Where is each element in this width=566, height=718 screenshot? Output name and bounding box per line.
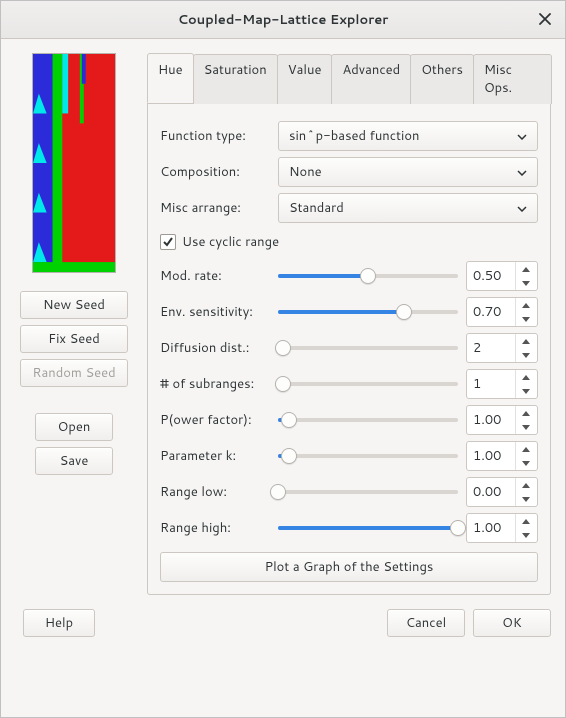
spin-down-button[interactable] <box>516 456 535 470</box>
slider-thumb[interactable] <box>270 484 286 500</box>
use-cyclic-checkbox[interactable] <box>160 234 176 250</box>
diffusion-dist-spinbox[interactable] <box>466 333 538 363</box>
of-subranges-label: # of subranges: <box>160 375 270 393</box>
env-sensitivity-slider[interactable] <box>278 302 458 322</box>
spin-up-button[interactable] <box>516 478 535 492</box>
p-ower-factor-label: P(ower factor): <box>160 411 270 429</box>
slider-thumb[interactable] <box>450 520 466 536</box>
diffusion-dist-input[interactable] <box>467 334 515 362</box>
composition-select[interactable]: None <box>278 157 538 187</box>
tab-others[interactable]: Others <box>410 54 474 104</box>
parameter-k-input[interactable] <box>467 442 515 470</box>
env-sensitivity-spinbox[interactable] <box>466 297 538 327</box>
mod-rate-slider[interactable] <box>278 266 458 286</box>
save-button[interactable]: Save <box>35 447 113 475</box>
spin-down-button[interactable] <box>516 384 535 398</box>
parameter-k-label: Parameter k: <box>160 447 270 465</box>
spin-up-button[interactable] <box>516 370 535 384</box>
slider-thumb[interactable] <box>396 304 412 320</box>
spin-up-button[interactable] <box>516 406 535 420</box>
close-icon <box>539 13 551 25</box>
range-low-label: Range low: <box>160 483 270 501</box>
composition-label: Composition: <box>160 163 270 181</box>
diffusion-dist-slider[interactable] <box>278 338 458 358</box>
env-sensitivity-input[interactable] <box>467 298 515 326</box>
window-close-button[interactable] <box>535 9 555 29</box>
new-seed-button[interactable]: New Seed <box>20 291 128 319</box>
window-title: Coupled-Map-Lattice Explorer <box>178 11 389 29</box>
of-subranges-spinbox[interactable] <box>466 369 538 399</box>
cancel-button[interactable]: Cancel <box>387 609 465 637</box>
tab-hue[interactable]: Hue <box>147 53 194 103</box>
mod-rate-input[interactable] <box>467 262 515 290</box>
function-type-value: sin^p-based function <box>289 127 420 145</box>
range-high-slider[interactable] <box>278 518 458 538</box>
use-cyclic-label: Use cyclic range <box>182 233 279 251</box>
spin-up-button[interactable] <box>516 442 535 456</box>
fix-seed-button[interactable]: Fix Seed <box>20 325 128 353</box>
slider-thumb[interactable] <box>275 376 291 392</box>
mod-rate-label: Mod. rate: <box>160 267 270 285</box>
preview-image <box>32 53 116 273</box>
tab-advanced[interactable]: Advanced <box>331 54 411 104</box>
open-button[interactable]: Open <box>35 413 113 441</box>
plot-graph-button[interactable]: Plot a Graph of the Settings <box>160 552 538 582</box>
misc-arrange-label: Misc arrange: <box>160 199 270 217</box>
spin-up-button[interactable] <box>516 298 535 312</box>
p-ower-factor-slider[interactable] <box>278 410 458 430</box>
range-low-slider[interactable] <box>278 482 458 502</box>
slider-thumb[interactable] <box>281 412 297 428</box>
composition-value: None <box>289 163 322 181</box>
misc-arrange-value: Standard <box>289 199 344 217</box>
diffusion-dist-label: Diffusion dist.: <box>160 339 270 357</box>
spin-down-button[interactable] <box>516 348 535 362</box>
check-icon <box>162 236 174 248</box>
chevron-down-icon <box>517 163 527 181</box>
slider-thumb[interactable] <box>360 268 376 284</box>
of-subranges-input[interactable] <box>467 370 515 398</box>
spin-up-button[interactable] <box>516 262 535 276</box>
misc-arrange-select[interactable]: Standard <box>278 193 538 223</box>
range-high-label: Range high: <box>160 519 270 537</box>
ok-button[interactable]: OK <box>473 609 551 637</box>
range-high-input[interactable] <box>467 514 515 542</box>
help-button[interactable]: Help <box>23 609 95 637</box>
p-ower-factor-input[interactable] <box>467 406 515 434</box>
env-sensitivity-label: Env. sensitivity: <box>160 303 270 321</box>
parameter-k-slider[interactable] <box>278 446 458 466</box>
p-ower-factor-spinbox[interactable] <box>466 405 538 435</box>
titlebar: Coupled-Map-Lattice Explorer <box>1 1 565 39</box>
chevron-down-icon <box>517 199 527 217</box>
function-type-label: Function type: <box>160 127 270 145</box>
tab-misc-ops[interactable]: Misc Ops. <box>473 54 552 104</box>
tab-value[interactable]: Value <box>277 54 333 104</box>
slider-thumb[interactable] <box>275 340 291 356</box>
spin-down-button[interactable] <box>516 312 535 326</box>
spin-down-button[interactable] <box>516 492 535 506</box>
range-low-spinbox[interactable] <box>466 477 538 507</box>
function-type-select[interactable]: sin^p-based function <box>278 121 538 151</box>
tabstrip: Hue Saturation Value Advanced Others Mis… <box>147 53 551 104</box>
range-low-input[interactable] <box>467 478 515 506</box>
spin-down-button[interactable] <box>516 420 535 434</box>
of-subranges-slider[interactable] <box>278 374 458 394</box>
mod-rate-spinbox[interactable] <box>466 261 538 291</box>
spin-down-button[interactable] <box>516 276 535 290</box>
spin-down-button[interactable] <box>516 528 535 542</box>
range-high-spinbox[interactable] <box>466 513 538 543</box>
spin-up-button[interactable] <box>516 334 535 348</box>
random-seed-button: Random Seed <box>20 359 128 387</box>
tab-saturation[interactable]: Saturation <box>193 54 278 104</box>
slider-thumb[interactable] <box>281 448 297 464</box>
spin-up-button[interactable] <box>516 514 535 528</box>
chevron-down-icon <box>517 127 527 145</box>
parameter-k-spinbox[interactable] <box>466 441 538 471</box>
tab-hue-panel: Function type: sin^p-based function Comp… <box>147 104 551 595</box>
